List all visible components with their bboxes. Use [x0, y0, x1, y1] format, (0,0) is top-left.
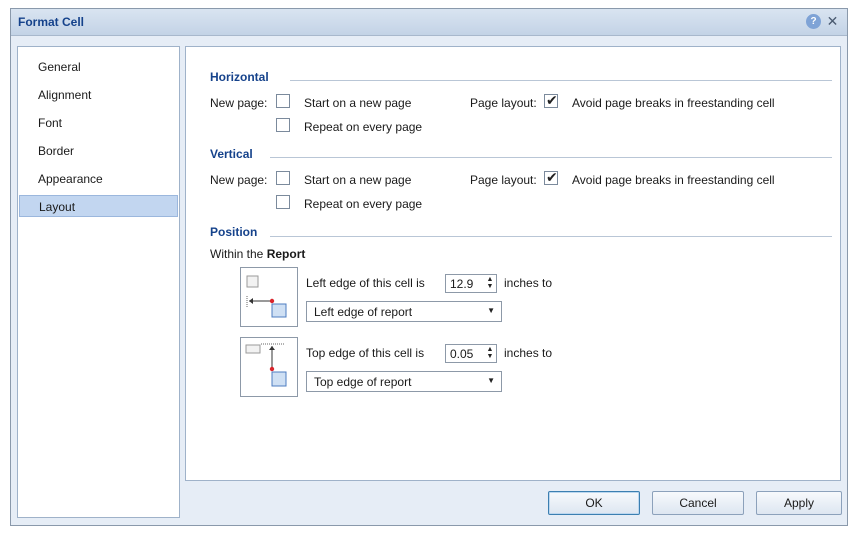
horizontal-repeat-every-page-checkbox[interactable] — [276, 118, 290, 132]
format-cell-dialog: Format Cell ? ✕ General Alignment Font B… — [10, 8, 848, 526]
apply-button[interactable]: Apply — [756, 491, 842, 515]
check-icon: ✔ — [546, 92, 558, 108]
nav-item-label: Border — [38, 144, 75, 158]
vertical-avoid-breaks-label: Avoid page breaks in freestanding cell — [572, 173, 775, 187]
top-edge-unit-label: inches to — [504, 346, 553, 360]
horizontal-page-layout-label: Page layout: — [470, 96, 537, 110]
top-edge-anchor-select[interactable]: Top edge of report ▼ — [306, 371, 502, 392]
left-edge-unit-label: inches to — [504, 276, 553, 290]
nav-item-font[interactable]: Font — [19, 112, 178, 134]
horizontal-section-title: Horizontal — [210, 70, 269, 84]
nav-item-border[interactable]: Border — [19, 140, 178, 162]
category-nav: General Alignment Font Border Appearance… — [17, 46, 180, 518]
dialog-title: Format Cell — [18, 15, 85, 29]
top-edge-value: 0.05 — [450, 347, 474, 361]
position-section-title: Position — [210, 225, 258, 239]
vertical-repeat-every-page-label: Repeat on every page — [304, 197, 423, 211]
horizontal-avoid-breaks-checkbox[interactable]: ✔ — [544, 92, 558, 108]
horizontal-avoid-breaks-label: Avoid page breaks in freestanding cell — [572, 96, 775, 110]
cancel-button[interactable]: Cancel — [652, 491, 744, 515]
horizontal-start-new-page-label: Start on a new page — [304, 96, 412, 110]
vertical-repeat-every-page-checkbox[interactable] — [276, 195, 290, 209]
spinner-arrows-icon[interactable]: ▲ ▼ — [486, 276, 494, 291]
help-icon[interactable]: ? — [806, 14, 821, 29]
nav-item-appearance[interactable]: Appearance — [19, 168, 178, 190]
nav-item-label: Font — [38, 116, 63, 130]
left-edge-label: Left edge of this cell is — [306, 276, 425, 290]
top-edge-anchor-value: Top edge of report — [314, 375, 412, 389]
top-edge-value-stepper[interactable]: 0.05 ▲ ▼ — [445, 344, 497, 363]
vertical-new-page-label: New page: — [210, 173, 268, 187]
layout-panel: Horizontal New page: Start on a new page… — [185, 46, 841, 481]
ok-button[interactable]: OK — [548, 491, 640, 515]
vertical-divider — [270, 157, 832, 158]
within-target: Report — [266, 247, 306, 261]
spinner-arrows-icon[interactable]: ▲ ▼ — [486, 346, 494, 361]
horizontal-divider — [290, 80, 832, 81]
close-icon[interactable]: ✕ — [825, 14, 840, 29]
top-edge-label: Top edge of this cell is — [306, 346, 425, 360]
within-report-label: Within the Report — [210, 247, 305, 261]
vertical-section-title: Vertical — [210, 147, 253, 161]
titlebar-icons: ? ✕ — [806, 14, 840, 29]
left-edge-position-icon — [240, 267, 298, 327]
horizontal-start-new-page-checkbox[interactable] — [276, 94, 290, 108]
vertical-page-layout-label: Page layout: — [470, 173, 537, 187]
left-edge-value-stepper[interactable]: 12.9 ▲ ▼ — [445, 274, 497, 293]
nav-item-label: Appearance — [38, 172, 103, 186]
chevron-down-icon: ▼ — [487, 306, 495, 315]
vertical-avoid-breaks-checkbox[interactable]: ✔ — [544, 169, 558, 185]
horizontal-new-page-label: New page: — [210, 96, 268, 110]
within-prefix: Within the — [210, 247, 267, 261]
nav-item-label: General — [38, 60, 81, 74]
top-edge-position-icon — [240, 337, 298, 397]
nav-item-general[interactable]: General — [19, 56, 178, 78]
vertical-start-new-page-checkbox[interactable] — [276, 171, 290, 185]
check-icon: ✔ — [546, 169, 558, 185]
chevron-down-icon: ▼ — [487, 376, 495, 385]
left-edge-anchor-select[interactable]: Left edge of report ▼ — [306, 301, 502, 322]
horizontal-repeat-every-page-label: Repeat on every page — [304, 120, 423, 134]
nav-item-alignment[interactable]: Alignment — [19, 84, 178, 106]
vertical-start-new-page-label: Start on a new page — [304, 173, 412, 187]
dialog-titlebar[interactable]: Format Cell ? ✕ — [11, 9, 847, 36]
position-divider — [270, 236, 832, 237]
left-edge-value: 12.9 — [450, 277, 474, 291]
left-edge-anchor-value: Left edge of report — [314, 305, 413, 319]
nav-item-label: Alignment — [38, 88, 92, 102]
nav-item-layout[interactable]: Layout — [19, 195, 178, 217]
nav-item-label: Layout — [39, 200, 76, 214]
